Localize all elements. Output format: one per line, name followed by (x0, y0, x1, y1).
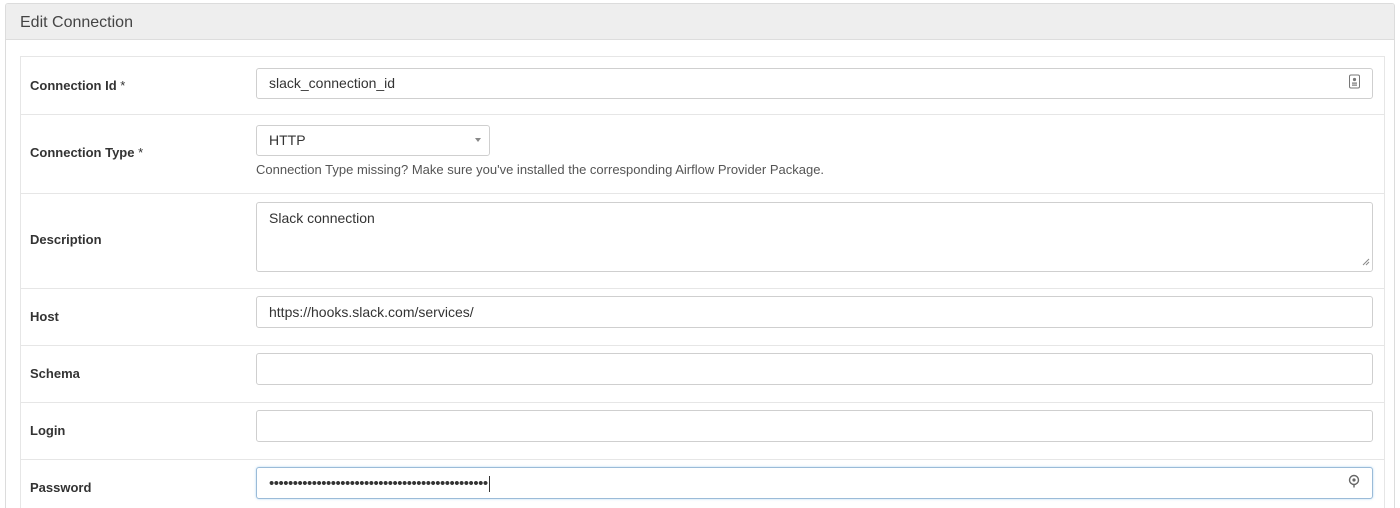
password-label: Password (30, 480, 92, 495)
host-input[interactable]: https://hooks.slack.com/services/ (256, 296, 1373, 328)
connection-type-label: Connection Type * (30, 145, 143, 160)
host-label: Host (30, 309, 59, 324)
required-mark: * (120, 78, 126, 93)
row-password: Password •••••••••••••••••••••••••••••••… (21, 460, 1384, 508)
password-value: ••••••••••••••••••••••••••••••••••••••••… (269, 475, 488, 492)
description-value: Slack connection (269, 210, 375, 226)
text-cursor (488, 476, 490, 493)
connection-type-value: HTTP (269, 132, 306, 148)
host-value: https://hooks.slack.com/services/ (269, 304, 474, 320)
connection-type-help: Connection Type missing? Make sure you'v… (256, 162, 825, 177)
row-description: Description Slack connection (21, 194, 1384, 289)
resize-handle-icon[interactable] (1362, 253, 1370, 269)
connection-id-value: slack_connection_id (269, 75, 396, 91)
key-icon[interactable] (1348, 468, 1360, 498)
row-schema: Schema (21, 346, 1384, 403)
connection-id-label-text: Connection Id (30, 78, 117, 93)
connection-id-input[interactable]: slack_connection_id (256, 68, 1373, 99)
login-input[interactable] (256, 410, 1373, 442)
login-label: Login (30, 423, 66, 438)
id-card-icon (1349, 69, 1360, 98)
panel-title: Edit Connection (6, 4, 1394, 40)
edit-connection-panel: Edit Connection Connection Id * slack_co… (5, 3, 1395, 508)
chevron-down-icon (475, 138, 481, 142)
connection-id-label: Connection Id * (30, 78, 125, 93)
row-login: Login (21, 403, 1384, 460)
schema-label: Schema (30, 366, 80, 381)
connection-type-select[interactable]: HTTP (256, 125, 490, 156)
required-mark: * (138, 145, 144, 160)
row-connection-type: Connection Type * HTTP Connection Type m… (21, 115, 1384, 194)
schema-input[interactable] (256, 353, 1373, 385)
row-connection-id: Connection Id * slack_connection_id (21, 57, 1384, 115)
description-textarea[interactable]: Slack connection (256, 202, 1373, 272)
row-host: Host https://hooks.slack.com/services/ (21, 289, 1384, 346)
password-input[interactable]: ••••••••••••••••••••••••••••••••••••••••… (256, 467, 1373, 499)
connection-type-label-text: Connection Type (30, 145, 135, 160)
description-label: Description (30, 232, 102, 247)
connection-form: Connection Id * slack_connection_id Conn (20, 56, 1385, 508)
